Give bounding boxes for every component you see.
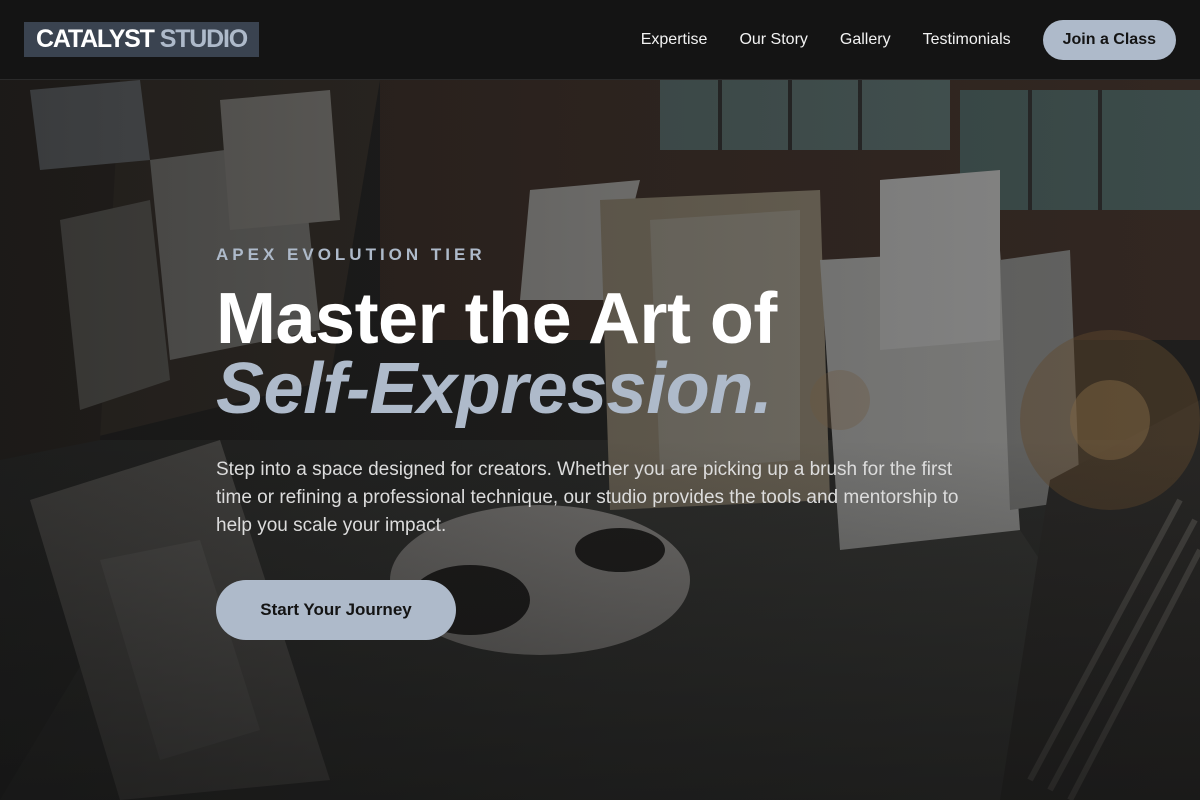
start-journey-button[interactable]: Start Your Journey: [216, 580, 456, 640]
nav-right-group: Expertise Our Story Gallery Testimonials…: [641, 19, 1176, 60]
brand-logo-main: CATALYST: [36, 25, 155, 53]
hero-content: APEX EVOLUTION TIER Master the Art of Se…: [216, 244, 976, 640]
nav-link-our-story[interactable]: Our Story: [739, 31, 807, 49]
hero-eyebrow: APEX EVOLUTION TIER: [216, 245, 486, 264]
hero-description: Step into a space designed for creators.…: [216, 459, 959, 536]
join-class-button[interactable]: Join a Class: [1042, 19, 1176, 60]
brand-logo[interactable]: CATALYST STUDIO: [24, 22, 259, 57]
nav-link-expertise[interactable]: Expertise: [641, 31, 708, 49]
hero-headline-accent: Self-Expression.: [216, 349, 773, 429]
hero-headline: Master the Art of Self-Expression.: [216, 283, 976, 429]
main-nav: Expertise Our Story Gallery Testimonials: [641, 31, 1011, 49]
brand-logo-sub: STUDIO: [159, 25, 248, 53]
hero-headline-line1: Master the Art of: [216, 279, 777, 359]
top-navbar: CATALYST STUDIO Expertise Our Story Gall…: [0, 0, 1200, 80]
nav-link-testimonials[interactable]: Testimonials: [923, 31, 1011, 49]
nav-link-gallery[interactable]: Gallery: [840, 31, 891, 49]
